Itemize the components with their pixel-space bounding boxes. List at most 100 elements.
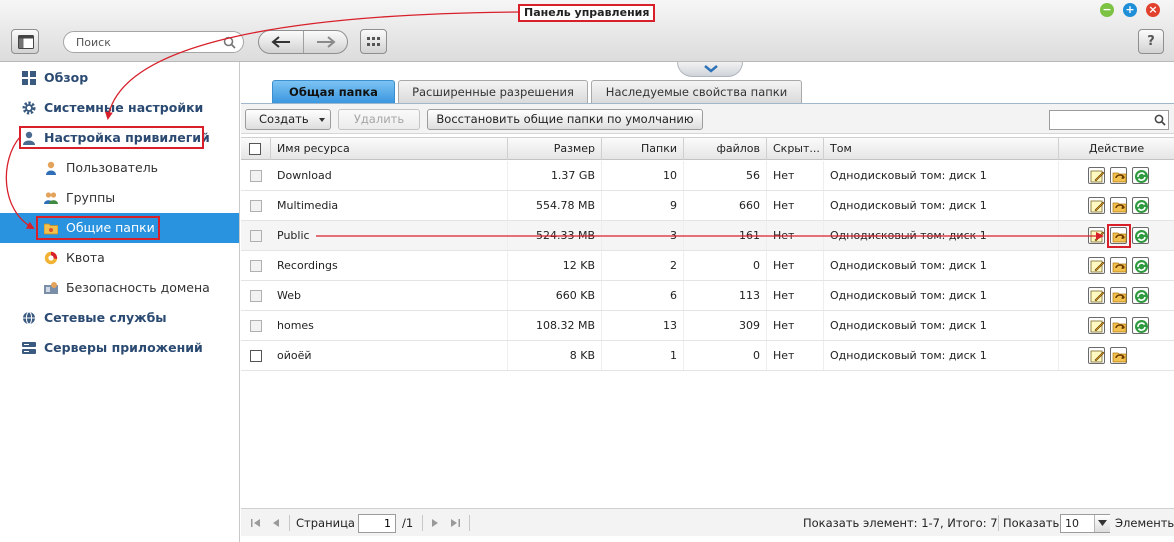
row-checkbox[interactable] [250,170,262,182]
create-button[interactable]: Создать [245,109,331,130]
pager-separator [422,515,423,531]
edit-permissions-button[interactable] [1110,347,1127,364]
refresh-icon [1135,230,1148,243]
first-page-icon[interactable] [250,517,262,529]
edit-properties-button[interactable] [1088,257,1105,274]
sidebar-item-quota[interactable]: Квота [0,243,239,273]
sidebar-item-overview[interactable]: Обзор [0,63,239,93]
sidebar-item-domain-security[interactable]: Безопасность домена [0,273,239,303]
table-header: Имя ресурса Размер Папки файлов Скрыт...… [241,137,1174,160]
search-icon[interactable] [1154,114,1166,126]
sidebar-item-groups[interactable]: Группы [0,183,239,213]
sidebar-item-network-services[interactable]: Сетевые службы [0,303,239,333]
column-header-files[interactable]: файлов [684,138,767,160]
page-number-input[interactable] [358,514,396,533]
edit-properties-button[interactable] [1088,197,1105,214]
search-box[interactable] [63,31,244,53]
cell-volume: Однодисковый том: диск 1 [824,191,1059,220]
per-page-select[interactable]: 10 [1060,514,1110,533]
row-checkbox[interactable] [250,260,262,272]
apps-button[interactable] [360,29,387,54]
pagination-bar: Страница /1 Показать элемент: 1-7, Итого… [241,508,1174,536]
forward-button[interactable] [304,31,347,53]
edit-properties-button[interactable] [1088,317,1105,334]
refresh-icon [1135,200,1148,213]
cell-files: 0 [684,251,767,280]
edit-properties-button[interactable] [1088,227,1105,244]
cell-volume: Однодисковый том: диск 1 [824,311,1059,340]
cell-folders: 10 [602,161,684,190]
table-row[interactable]: ойоёй 8 KB 1 0 Нет Однодисковый том: дис… [241,341,1174,371]
cell-folders: 2 [602,251,684,280]
chevron-down-icon [704,65,718,73]
sidebar-item-users[interactable]: Пользователь [0,153,239,183]
edit-properties-button[interactable] [1088,347,1105,364]
edit-permissions-button[interactable] [1110,167,1127,184]
filter-input[interactable] [1053,113,1149,127]
cell-name: Download [271,161,508,190]
folder-permission-icon [1112,322,1127,333]
refresh-button[interactable] [1132,167,1149,184]
last-page-icon[interactable] [449,517,461,529]
back-button[interactable] [259,31,304,53]
select-all-checkbox[interactable] [249,143,261,155]
refresh-button[interactable] [1132,257,1149,274]
collapse-toggle[interactable] [677,62,743,77]
cell-folders: 1 [602,341,684,370]
window-layout-icon [18,35,34,49]
search-input[interactable] [76,35,226,49]
minimize-icon[interactable]: − [1100,3,1114,17]
delete-button[interactable]: Удалить [338,109,420,130]
row-checkbox[interactable] [250,290,262,302]
filter-box[interactable] [1049,110,1169,130]
restore-defaults-button[interactable]: Восстановить общие папки по умолчанию [427,109,703,130]
table-row[interactable]: Multimedia 554.78 MB 9 660 Нет Однодиско… [241,191,1174,221]
help-button[interactable]: ? [1138,29,1164,54]
refresh-button[interactable] [1132,287,1149,304]
dropdown-arrow[interactable] [1094,515,1110,532]
refresh-button[interactable] [1132,317,1149,334]
cell-volume: Однодисковый том: диск 1 [824,341,1059,370]
column-header-volume[interactable]: Том [824,138,1059,160]
edit-icon [1090,260,1105,273]
table-row[interactable]: Download 1.37 GB 10 56 Нет Однодисковый … [241,161,1174,191]
table-row[interactable]: homes 108.32 MB 13 309 Нет Однодисковый … [241,311,1174,341]
pager-separator [469,515,470,531]
tab-advanced-permissions[interactable]: Расширенные разрешения [398,80,588,103]
page-label: Страница [296,516,355,530]
edit-permissions-button[interactable] [1110,257,1127,274]
row-checkbox[interactable] [250,320,262,332]
column-header-hidden[interactable]: Скрыт... [767,138,824,160]
search-icon[interactable] [223,36,236,49]
sidebar-item-app-servers[interactable]: Серверы приложений [0,333,239,363]
maximize-icon[interactable]: + [1123,3,1137,17]
column-header-folders[interactable]: Папки [602,138,684,160]
overview-icon [22,71,36,85]
row-checkbox[interactable] [250,350,262,362]
refresh-button[interactable] [1132,197,1149,214]
sidebar-item-label: Группы [66,190,116,205]
table-row[interactable]: Web 660 KB 6 113 Нет Однодисковый том: д… [241,281,1174,311]
title-bar: Панель управления − + × Поиск ? [0,0,1174,62]
sidebar-item-label: Обзор [44,70,89,85]
table-row[interactable]: Recordings 12 KB 2 0 Нет Однодисковый то… [241,251,1174,281]
cell-folders: 3 [602,221,684,250]
row-checkbox[interactable] [250,200,262,212]
edit-permissions-button[interactable] [1110,287,1127,304]
edit-permissions-button[interactable] [1110,317,1127,334]
edit-properties-button[interactable] [1088,287,1105,304]
column-header-size[interactable]: Размер [508,138,602,160]
sidebar-item-system-settings[interactable]: Системные настройки [0,93,239,123]
next-page-icon[interactable] [429,517,441,529]
tab-inherited-properties[interactable]: Наследуемые свойства папки [591,80,802,103]
prev-page-icon[interactable] [270,517,282,529]
close-icon[interactable]: × [1146,3,1160,17]
edit-permissions-button[interactable] [1110,197,1127,214]
row-checkbox[interactable] [250,230,262,242]
column-header-name[interactable]: Имя ресурса [271,138,508,160]
tab-shared-folder[interactable]: Общая папка [272,80,395,103]
refresh-button[interactable] [1132,227,1149,244]
edit-properties-button[interactable] [1088,167,1105,184]
main-menu-button[interactable] [11,29,39,54]
table-row[interactable]: Public 524.33 MB 3 161 Нет Однодисковый … [241,221,1174,251]
